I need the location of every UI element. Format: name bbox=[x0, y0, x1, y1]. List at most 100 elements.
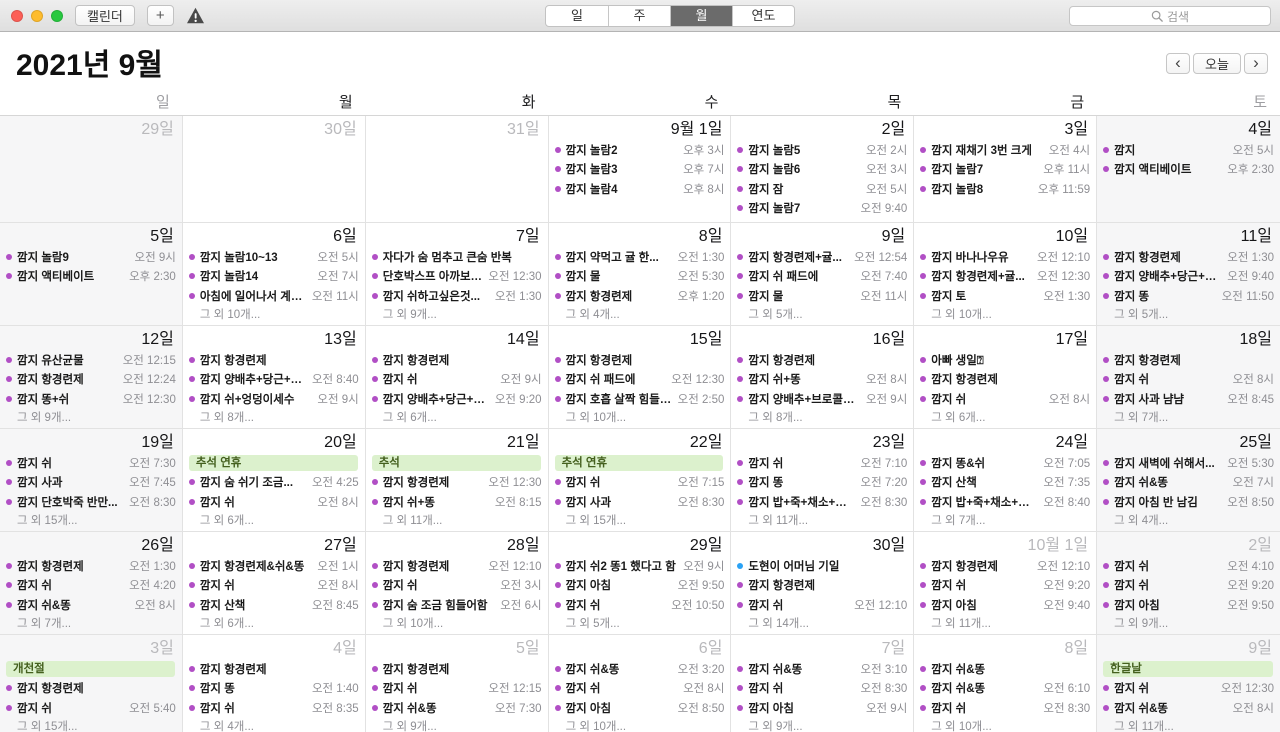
event[interactable]: 깜지 놀람7 오전 9:40 bbox=[737, 199, 907, 219]
event[interactable]: 깜지 아침 오전 9:50 bbox=[554, 576, 724, 596]
more-events-link[interactable]: 그 외 5개... bbox=[555, 615, 725, 635]
more-events-link[interactable]: 그 외 8개... bbox=[737, 409, 907, 429]
event[interactable]: 깜지 쉬+똥 오전 8시 bbox=[737, 370, 907, 390]
day-cell[interactable]: 14일 깜지 항경련제 깜지 쉬 오전 9시 깜지 양배추+당근+… 오전 9:20 그 외… bbox=[365, 326, 549, 429]
event[interactable]: 단호박스프 아까보… 오전 12:30 bbox=[371, 267, 542, 287]
event[interactable]: 깜지 양배추+브로콜… 오전 9시 bbox=[737, 389, 907, 409]
event[interactable]: 깜지 재채기 3번 크게 오전 4시 bbox=[920, 140, 1090, 160]
day-cell[interactable]: 25일 깜지 새벽에 쉬해서... 오전 5:30 깜지 쉬&똥 오전 7시 깜지 아침 … bbox=[1097, 429, 1280, 532]
day-cell[interactable]: 5일 깜지 항경련제 깜지 쉬 오전 12:15 깜지 쉬&똥 오전 7:30 그 외 9개… bbox=[365, 635, 549, 732]
day-cell[interactable]: 23일 깜지 쉬 오전 7:10 깜지 똥 오전 7:20 깜지 밥+죽+채소+… 오전 8… bbox=[731, 429, 915, 532]
add-event-button[interactable]: + bbox=[146, 5, 174, 26]
event[interactable]: 깜지 항경련제 bbox=[6, 679, 176, 699]
event[interactable]: 깜지 쉬하고싶은것... 오전 1:30 bbox=[371, 286, 542, 306]
day-cell[interactable]: 3일 개천절 깜지 항경련제 깜지 쉬 오전 5:40 그 외 15개... bbox=[0, 635, 183, 732]
more-events-link[interactable]: 그 외 4개... bbox=[555, 306, 725, 326]
more-events-link[interactable]: 그 외 6개... bbox=[189, 615, 359, 635]
event[interactable]: 깜지 쉬 오전 12:15 bbox=[371, 679, 542, 699]
event[interactable]: 깜지 사과 오전 7:45 bbox=[6, 473, 176, 493]
tab-day[interactable]: 일 bbox=[546, 6, 608, 26]
day-cell[interactable]: 3일 깜지 재채기 3번 크게 오전 4시 깜지 놀람7 오후 11시 깜지 놀람8 오후 … bbox=[914, 116, 1098, 223]
event[interactable]: 깜지 쉬 오전 12:10 bbox=[737, 595, 907, 615]
event[interactable]: 도현이 어머님 기일 bbox=[737, 556, 907, 576]
day-cell[interactable]: 16일 깜지 항경련제 깜지 쉬+똥 오전 8시 깜지 양배추+브로콜… 오전 9시 그 외… bbox=[731, 326, 915, 429]
more-events-link[interactable]: 그 외 10개... bbox=[920, 718, 1090, 732]
event[interactable]: 깜지 항경련제 오전 1:30 bbox=[1103, 247, 1274, 267]
event[interactable]: 깜지 똥 오전 7:20 bbox=[737, 473, 907, 493]
event[interactable]: 깜지 양배추+당근+… 오전 8:40 bbox=[188, 370, 359, 390]
event[interactable]: 깜지 놀람3 오후 7시 bbox=[554, 160, 724, 180]
day-cell[interactable]: 9일 한글날 깜지 쉬 오전 12:30 깜지 쉬&똥 오전 8시 그 외 11개... bbox=[1097, 635, 1280, 732]
event[interactable]: 깜지 똥 오전 1:40 bbox=[188, 679, 359, 699]
event[interactable]: 깜지 항경련제 오전 12:10 bbox=[371, 556, 542, 576]
event[interactable]: 깜지 놀람4 오후 8시 bbox=[554, 179, 724, 199]
more-events-link[interactable]: 그 외 9개... bbox=[737, 718, 907, 732]
day-cell[interactable]: 10월 1일 깜지 항경련제 오전 12:10 깜지 쉬 오전 9:20 깜지 아침 오전 … bbox=[914, 532, 1098, 635]
event[interactable]: 깜지 쉬&똥 오전 8시 bbox=[1103, 698, 1274, 718]
event[interactable]: 깜지 똥+쉬 오전 12:30 bbox=[6, 389, 176, 409]
minimize-button[interactable] bbox=[31, 9, 43, 22]
event[interactable]: 깜지 놀람7 오후 11시 bbox=[920, 160, 1090, 180]
event[interactable]: 깜지 단호박죽 반만... 오전 8:30 bbox=[6, 492, 176, 512]
event[interactable]: 깜지 쉬 패드에 오전 12:30 bbox=[554, 370, 724, 390]
holiday-banner[interactable]: 한글날 bbox=[1103, 661, 1273, 677]
more-events-link[interactable]: 그 외 11개... bbox=[737, 512, 907, 532]
event[interactable]: 깜지 액티베이트 오후 2:30 bbox=[6, 267, 176, 287]
event[interactable]: 깜지 쉬 오전 8:35 bbox=[188, 698, 359, 718]
event[interactable]: 깜지 쉬&똥 오전 6:10 bbox=[920, 679, 1090, 699]
event[interactable]: 깜지 똥&쉬 오전 7:05 bbox=[920, 453, 1090, 473]
more-events-link[interactable]: 그 외 6개... bbox=[372, 409, 542, 429]
event[interactable]: 깜지 항경련제+귤... 오전 12:54 bbox=[737, 247, 907, 267]
event[interactable]: 깜지 항경련제 bbox=[188, 659, 359, 679]
day-cell[interactable]: 26일 깜지 항경련제 오전 1:30 깜지 쉬 오전 4:20 깜지 쉬&똥 오전 8시 그… bbox=[0, 532, 183, 635]
day-cell[interactable]: 12일 깜지 유산균물 오전 12:15 깜지 항경련제 오전 12:24 깜지 똥+쉬 오… bbox=[0, 326, 183, 429]
event[interactable]: 깜지 항경련제 bbox=[737, 350, 907, 370]
day-cell[interactable]: 8일 깜지 쉬&똥 깜지 쉬&똥 오전 6:10 깜지 쉬 오전 8:30 그 외 10개.… bbox=[914, 635, 1098, 732]
more-events-link[interactable]: 그 외 8개... bbox=[189, 409, 359, 429]
holiday-banner[interactable]: 추석 bbox=[371, 455, 541, 471]
event[interactable]: 깜지 사과 오전 8:30 bbox=[554, 492, 724, 512]
event[interactable]: 깜지 놀람6 오전 3시 bbox=[737, 160, 907, 180]
day-cell[interactable]: 7일 자다가 숨 멈추고 큰숨 반복 단호박스프 아까보… 오전 12:30 깜지 쉬하… bbox=[365, 223, 549, 326]
event[interactable]: 깜지 항경련제 오전 12:30 bbox=[371, 473, 542, 493]
event[interactable]: 깜지 쉬 오전 8:30 bbox=[920, 698, 1090, 718]
event[interactable]: 깜지 쉬&똥 오전 3:20 bbox=[554, 659, 724, 679]
day-cell[interactable]: 29일 bbox=[0, 116, 183, 223]
event[interactable]: 깜지 아침 오전 9:40 bbox=[920, 595, 1090, 615]
more-events-link[interactable]: 그 외 15개... bbox=[6, 512, 176, 532]
more-events-link[interactable]: 그 외 9개... bbox=[372, 718, 542, 732]
day-cell[interactable]: 30일 bbox=[182, 116, 366, 223]
event[interactable]: 깜지 항경련제 bbox=[920, 370, 1090, 390]
event[interactable]: 깜지 물 오전 11시 bbox=[737, 286, 907, 306]
event[interactable]: 깜지 액티베이트 오후 2:30 bbox=[1103, 160, 1274, 180]
more-events-link[interactable]: 그 외 11개... bbox=[1103, 718, 1274, 732]
day-cell[interactable]: 29일 깜지 쉬2 똥1 했다고 함 오전 9시 깜지 아침 오전 9:50 깜지 쉬 오전… bbox=[548, 532, 732, 635]
more-events-link[interactable]: 그 외 6개... bbox=[189, 512, 359, 532]
event[interactable]: 깜지 항경련제 bbox=[1103, 350, 1274, 370]
day-cell[interactable]: 9일 깜지 항경련제+귤... 오전 12:54 깜지 쉬 패드에 오전 7:40 깜지 … bbox=[731, 223, 915, 326]
more-events-link[interactable]: 그 외 10개... bbox=[372, 615, 542, 635]
event[interactable]: 깜지 쉬 오전 9시 bbox=[371, 370, 542, 390]
more-events-link[interactable]: 그 외 10개... bbox=[920, 306, 1090, 326]
calendars-button[interactable]: 캘린더 bbox=[75, 5, 135, 26]
day-cell[interactable]: 2일 깜지 놀람5 오전 2시 깜지 놀람6 오전 3시 깜지 잠 오전 5시 깜지 놀람7 오… bbox=[731, 116, 915, 223]
day-cell[interactable]: 9월 1일 깜지 놀람2 오후 3시 깜지 놀람3 오후 7시 깜지 놀람4 오후 8시 bbox=[548, 116, 732, 223]
more-events-link[interactable]: 그 외 4개... bbox=[189, 718, 359, 732]
more-events-link[interactable]: 그 외 5개... bbox=[737, 306, 907, 326]
event[interactable]: 깜지 놀람14 오전 7시 bbox=[188, 267, 359, 287]
event[interactable]: 깜지 놀람10~13 오전 5시 bbox=[188, 247, 359, 267]
more-events-link[interactable]: 그 외 11개... bbox=[372, 512, 542, 532]
day-cell[interactable]: 21일 추석 깜지 항경련제 오전 12:30 깜지 쉬+똥 오전 8:15 그 외 11개… bbox=[365, 429, 549, 532]
search-input[interactable]: 검색 bbox=[1069, 6, 1271, 26]
today-button[interactable]: 오늘 bbox=[1193, 53, 1241, 74]
event[interactable]: 깜지 양배추+당근+… 오전 9:20 bbox=[371, 389, 542, 409]
event[interactable]: 깜지 항경련제 bbox=[737, 576, 907, 596]
event[interactable]: 깜지 쉬 오전 3시 bbox=[371, 576, 542, 596]
event[interactable]: 깜지 숨 조금 힘들어함 오전 6시 bbox=[371, 595, 542, 615]
tab-month[interactable]: 월 bbox=[670, 6, 732, 26]
day-cell[interactable]: 8일 깜지 약먹고 귤 한... 오전 1:30 깜지 물 오전 5:30 깜지 항경련제… bbox=[548, 223, 732, 326]
more-events-link[interactable]: 그 외 9개... bbox=[372, 306, 542, 326]
day-cell[interactable]: 20일 추석 연휴 깜지 숨 쉬기 조금... 오전 4:25 깜지 쉬 오전 8시 그 외… bbox=[182, 429, 366, 532]
event[interactable]: 깜지 놀람2 오후 3시 bbox=[554, 140, 724, 160]
more-events-link[interactable]: 그 외 4개... bbox=[1103, 512, 1274, 532]
